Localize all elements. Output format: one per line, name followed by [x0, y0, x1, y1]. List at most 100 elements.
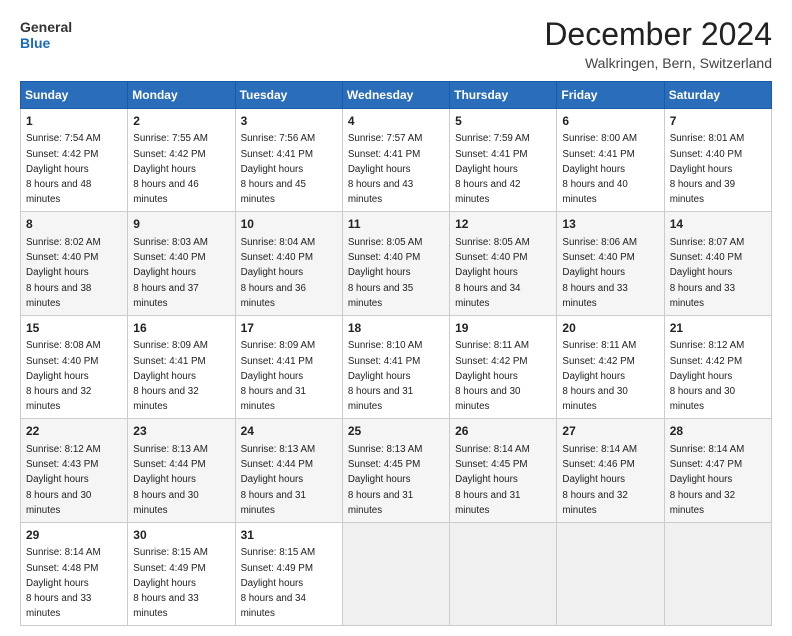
- day-number: 9: [133, 216, 230, 233]
- day-cell: 6 Sunrise: 8:00 AMSunset: 4:41 PMDayligh…: [557, 109, 664, 212]
- day-number: 3: [241, 113, 338, 130]
- day-info: Sunrise: 8:08 AMSunset: 4:40 PMDaylight …: [26, 340, 101, 412]
- day-info: Sunrise: 8:11 AMSunset: 4:42 PMDaylight …: [455, 340, 529, 412]
- day-info: Sunrise: 8:14 AMSunset: 4:47 PMDaylight …: [670, 444, 745, 516]
- day-info: Sunrise: 8:14 AMSunset: 4:46 PMDaylight …: [562, 444, 637, 516]
- col-friday: Friday: [557, 82, 664, 109]
- day-info: Sunrise: 8:13 AMSunset: 4:44 PMDaylight …: [241, 444, 316, 516]
- day-cell: 18 Sunrise: 8:10 AMSunset: 4:41 PMDaylig…: [342, 315, 449, 418]
- day-cell: 5 Sunrise: 7:59 AMSunset: 4:41 PMDayligh…: [450, 109, 557, 212]
- col-wednesday: Wednesday: [342, 82, 449, 109]
- day-cell: 28 Sunrise: 8:14 AMSunset: 4:47 PMDaylig…: [664, 419, 771, 522]
- day-info: Sunrise: 8:10 AMSunset: 4:41 PMDaylight …: [348, 340, 423, 412]
- day-cell: 4 Sunrise: 7:57 AMSunset: 4:41 PMDayligh…: [342, 109, 449, 212]
- col-monday: Monday: [128, 82, 235, 109]
- day-number: 30: [133, 527, 230, 544]
- day-info: Sunrise: 8:04 AMSunset: 4:40 PMDaylight …: [241, 237, 316, 309]
- day-number: 24: [241, 423, 338, 440]
- day-info: Sunrise: 7:55 AMSunset: 4:42 PMDaylight …: [133, 133, 208, 205]
- location: Walkringen, Bern, Switzerland: [544, 55, 772, 71]
- day-cell: 27 Sunrise: 8:14 AMSunset: 4:46 PMDaylig…: [557, 419, 664, 522]
- logo: General Blue: [20, 16, 72, 54]
- calendar-week-row: 1 Sunrise: 7:54 AMSunset: 4:42 PMDayligh…: [21, 109, 772, 212]
- day-number: 12: [455, 216, 552, 233]
- day-cell: 11 Sunrise: 8:05 AMSunset: 4:40 PMDaylig…: [342, 212, 449, 315]
- day-cell: 14 Sunrise: 8:07 AMSunset: 4:40 PMDaylig…: [664, 212, 771, 315]
- calendar: Sunday Monday Tuesday Wednesday Thursday…: [20, 81, 772, 626]
- day-number: 28: [670, 423, 767, 440]
- calendar-week-row: 22 Sunrise: 8:12 AMSunset: 4:43 PMDaylig…: [21, 419, 772, 522]
- svg-text:General: General: [20, 19, 72, 35]
- day-number: 21: [670, 320, 767, 337]
- day-info: Sunrise: 8:03 AMSunset: 4:40 PMDaylight …: [133, 237, 208, 309]
- day-cell: 9 Sunrise: 8:03 AMSunset: 4:40 PMDayligh…: [128, 212, 235, 315]
- day-cell: 30 Sunrise: 8:15 AMSunset: 4:49 PMDaylig…: [128, 522, 235, 625]
- day-cell: 24 Sunrise: 8:13 AMSunset: 4:44 PMDaylig…: [235, 419, 342, 522]
- day-info: Sunrise: 8:11 AMSunset: 4:42 PMDaylight …: [562, 340, 636, 412]
- day-info: Sunrise: 8:07 AMSunset: 4:40 PMDaylight …: [670, 237, 745, 309]
- calendar-header-row: Sunday Monday Tuesday Wednesday Thursday…: [21, 82, 772, 109]
- day-number: 14: [670, 216, 767, 233]
- day-number: 25: [348, 423, 445, 440]
- calendar-week-row: 29 Sunrise: 8:14 AMSunset: 4:48 PMDaylig…: [21, 522, 772, 625]
- day-cell: 25 Sunrise: 8:13 AMSunset: 4:45 PMDaylig…: [342, 419, 449, 522]
- day-number: 26: [455, 423, 552, 440]
- day-info: Sunrise: 8:09 AMSunset: 4:41 PMDaylight …: [241, 340, 316, 412]
- day-info: Sunrise: 7:57 AMSunset: 4:41 PMDaylight …: [348, 133, 423, 205]
- day-cell: 23 Sunrise: 8:13 AMSunset: 4:44 PMDaylig…: [128, 419, 235, 522]
- day-cell: 16 Sunrise: 8:09 AMSunset: 4:41 PMDaylig…: [128, 315, 235, 418]
- col-thursday: Thursday: [450, 82, 557, 109]
- day-number: 22: [26, 423, 123, 440]
- day-number: 16: [133, 320, 230, 337]
- day-number: 13: [562, 216, 659, 233]
- day-cell: 17 Sunrise: 8:09 AMSunset: 4:41 PMDaylig…: [235, 315, 342, 418]
- day-cell: 19 Sunrise: 8:11 AMSunset: 4:42 PMDaylig…: [450, 315, 557, 418]
- day-cell: 3 Sunrise: 7:56 AMSunset: 4:41 PMDayligh…: [235, 109, 342, 212]
- day-number: 6: [562, 113, 659, 130]
- calendar-week-row: 8 Sunrise: 8:02 AMSunset: 4:40 PMDayligh…: [21, 212, 772, 315]
- day-cell: 26 Sunrise: 8:14 AMSunset: 4:45 PMDaylig…: [450, 419, 557, 522]
- day-number: 8: [26, 216, 123, 233]
- day-info: Sunrise: 7:59 AMSunset: 4:41 PMDaylight …: [455, 133, 530, 205]
- day-info: Sunrise: 8:15 AMSunset: 4:49 PMDaylight …: [241, 547, 316, 619]
- page: General Blue December 2024 Walkringen, B…: [0, 0, 792, 636]
- day-cell: 29 Sunrise: 8:14 AMSunset: 4:48 PMDaylig…: [21, 522, 128, 625]
- day-number: 5: [455, 113, 552, 130]
- col-sunday: Sunday: [21, 82, 128, 109]
- day-number: 20: [562, 320, 659, 337]
- day-cell: 1 Sunrise: 7:54 AMSunset: 4:42 PMDayligh…: [21, 109, 128, 212]
- day-number: 18: [348, 320, 445, 337]
- day-number: 11: [348, 216, 445, 233]
- day-info: Sunrise: 8:12 AMSunset: 4:42 PMDaylight …: [670, 340, 745, 412]
- day-info: Sunrise: 8:01 AMSunset: 4:40 PMDaylight …: [670, 133, 745, 205]
- day-info: Sunrise: 8:12 AMSunset: 4:43 PMDaylight …: [26, 444, 101, 516]
- svg-text:Blue: Blue: [20, 35, 51, 51]
- day-cell: 13 Sunrise: 8:06 AMSunset: 4:40 PMDaylig…: [557, 212, 664, 315]
- empty-cell: [342, 522, 449, 625]
- day-number: 10: [241, 216, 338, 233]
- day-cell: 20 Sunrise: 8:11 AMSunset: 4:42 PMDaylig…: [557, 315, 664, 418]
- day-cell: 21 Sunrise: 8:12 AMSunset: 4:42 PMDaylig…: [664, 315, 771, 418]
- col-tuesday: Tuesday: [235, 82, 342, 109]
- day-info: Sunrise: 8:09 AMSunset: 4:41 PMDaylight …: [133, 340, 208, 412]
- calendar-week-row: 15 Sunrise: 8:08 AMSunset: 4:40 PMDaylig…: [21, 315, 772, 418]
- day-cell: 7 Sunrise: 8:01 AMSunset: 4:40 PMDayligh…: [664, 109, 771, 212]
- day-cell: 8 Sunrise: 8:02 AMSunset: 4:40 PMDayligh…: [21, 212, 128, 315]
- day-info: Sunrise: 8:02 AMSunset: 4:40 PMDaylight …: [26, 237, 101, 309]
- empty-cell: [557, 522, 664, 625]
- day-info: Sunrise: 8:14 AMSunset: 4:48 PMDaylight …: [26, 547, 101, 619]
- day-number: 4: [348, 113, 445, 130]
- day-cell: 22 Sunrise: 8:12 AMSunset: 4:43 PMDaylig…: [21, 419, 128, 522]
- month-title: December 2024: [544, 16, 772, 53]
- day-number: 27: [562, 423, 659, 440]
- day-info: Sunrise: 8:13 AMSunset: 4:44 PMDaylight …: [133, 444, 208, 516]
- day-number: 29: [26, 527, 123, 544]
- day-info: Sunrise: 8:15 AMSunset: 4:49 PMDaylight …: [133, 547, 208, 619]
- day-number: 19: [455, 320, 552, 337]
- title-block: December 2024 Walkringen, Bern, Switzerl…: [544, 16, 772, 71]
- day-info: Sunrise: 8:05 AMSunset: 4:40 PMDaylight …: [455, 237, 530, 309]
- day-info: Sunrise: 8:05 AMSunset: 4:40 PMDaylight …: [348, 237, 423, 309]
- empty-cell: [450, 522, 557, 625]
- day-info: Sunrise: 7:56 AMSunset: 4:41 PMDaylight …: [241, 133, 316, 205]
- day-cell: 31 Sunrise: 8:15 AMSunset: 4:49 PMDaylig…: [235, 522, 342, 625]
